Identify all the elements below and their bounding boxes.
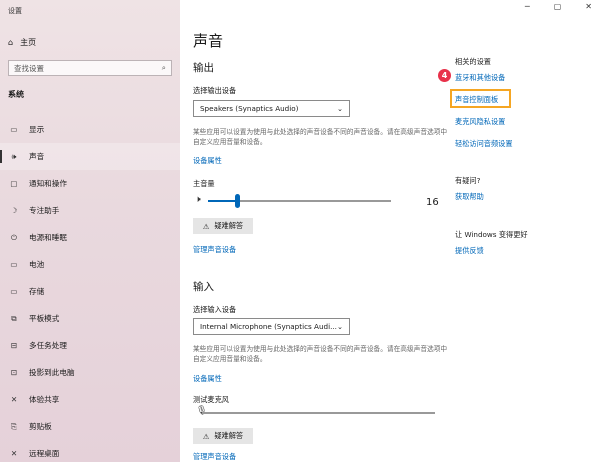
input-troubleshoot-button[interactable]: ⚠ 疑难解答 xyxy=(193,428,253,444)
volume-label: 主音量 xyxy=(193,179,215,188)
warning-icon: ⚠ xyxy=(202,221,210,231)
sidebar-item-label: 专注助手 xyxy=(29,206,60,215)
sidebar-nav: ▭ 显示 🕪 声音 ▢ 通知和操作 ☽ 专注助手 ⏻ 电源和睡眠 ▭ 电池 ▭ 存储 ⧉ 平板模式 ⊟ 多任务处理… xyxy=(0,116,180,462)
sidebar-item-label: 平板模式 xyxy=(29,314,60,323)
sidebar-item[interactable]: ⊡ 投影到此电脑 xyxy=(0,359,180,386)
microphone-icon: 🎙 xyxy=(196,406,208,416)
sidebar-item-label: 存储 xyxy=(29,287,45,296)
sound-control-panel-link[interactable]: 声音控制面板 xyxy=(455,95,498,105)
output-device-label: 选择输出设备 xyxy=(193,86,237,95)
mic-test-label: 测试麦克风 xyxy=(193,395,229,404)
search-input[interactable]: 查找设置 ⌕ xyxy=(8,60,172,76)
volume-thumb[interactable] xyxy=(235,194,241,208)
moon-icon: ☽ xyxy=(10,206,18,215)
output-properties-link[interactable]: 设备属性 xyxy=(193,156,222,166)
volume-value: 16 xyxy=(426,197,439,208)
home-icon: ⌂ xyxy=(8,37,14,47)
clipboard-icon: ⎘ xyxy=(10,421,18,431)
sidebar-item[interactable]: ▢ 通知和操作 xyxy=(0,170,180,197)
chevron-down-icon: ⌄ xyxy=(336,322,343,331)
accessibility-audio-link[interactable]: 轻松访问音频设置 xyxy=(455,139,513,149)
output-device-select[interactable]: Speakers (Synaptics Audio) ⌄ xyxy=(193,100,350,117)
window-controls: ─ ▢ ✕ xyxy=(525,2,592,11)
sidebar-item-label: 通知和操作 xyxy=(29,179,67,188)
output-troubleshoot-button[interactable]: ⚠ 疑难解答 xyxy=(193,218,253,234)
input-device-label: 选择输入设备 xyxy=(193,305,237,314)
step-badge: 4 xyxy=(438,69,451,82)
sidebar-item-label: 多任务处理 xyxy=(29,341,67,350)
search-icon: ⌕ xyxy=(161,63,166,72)
sidebar-item-label: 投影到此电脑 xyxy=(29,368,75,377)
output-heading: 输出 xyxy=(193,62,214,74)
tablet-icon: ⧉ xyxy=(11,313,17,323)
bluetooth-link[interactable]: 蓝牙和其他设备 xyxy=(455,73,505,83)
multitask-icon: ⊟ xyxy=(10,341,18,350)
sidebar-item[interactable]: ⎘ 剪贴板 xyxy=(0,413,180,440)
speaker-icon: 🕨 xyxy=(195,195,201,205)
sidebar-item[interactable]: ⏻ 电源和睡眠 xyxy=(0,224,180,251)
main-content: ─ ▢ ✕ 声音 输出 选择输出设备 Speakers (Synaptics A… xyxy=(180,0,600,462)
output-device-value: Speakers (Synaptics Audio) xyxy=(200,104,299,113)
power-icon: ⏻ xyxy=(10,232,17,242)
input-manage-link[interactable]: 管理声音设备 xyxy=(193,452,236,462)
sidebar-item-label: 体验共享 xyxy=(29,395,60,404)
input-device-select[interactable]: Internal Microphone (Synaptics Audi... ⌄ xyxy=(193,318,350,335)
sidebar-item-label: 电源和睡眠 xyxy=(29,233,67,242)
minimize-button[interactable]: ─ xyxy=(525,2,530,11)
sidebar-item[interactable]: ☽ 专注助手 xyxy=(0,197,180,224)
volume-slider[interactable] xyxy=(208,194,391,208)
battery-icon: ▭ xyxy=(10,260,18,269)
get-help-link[interactable]: 获取帮助 xyxy=(455,192,484,202)
input-description: 某些应用可以设置为使用与此处选择的声音设备不同的声音设备。请在高级声音选项中自定… xyxy=(193,345,448,363)
remote-icon: ✕ xyxy=(10,449,18,458)
sidebar-item-label: 声音 xyxy=(29,152,45,161)
mic-level-bar xyxy=(202,412,435,414)
home-nav[interactable]: ⌂ 主页 xyxy=(8,34,173,50)
help-heading: 有疑问? xyxy=(455,176,481,185)
search-placeholder: 查找设置 xyxy=(14,63,44,73)
sidebar-item-label: 电池 xyxy=(29,260,45,269)
sidebar-item-label: 远程桌面 xyxy=(29,449,60,458)
sidebar-item[interactable]: ✕ 远程桌面 xyxy=(0,440,180,462)
project-icon: ⊡ xyxy=(10,368,18,377)
home-label: 主页 xyxy=(20,37,37,47)
sidebar-item[interactable]: ▭ 显示 xyxy=(0,116,180,143)
troubleshoot-label: 疑难解答 xyxy=(214,221,244,230)
sidebar-item-label: 剪贴板 xyxy=(29,422,52,431)
input-device-value: Internal Microphone (Synaptics Audi... xyxy=(200,322,337,331)
feedback-link[interactable]: 提供反馈 xyxy=(455,246,484,256)
volume-fill xyxy=(208,200,238,202)
output-description: 某些应用可以设置为使用与此处选择的声音设备不同的声音设备。请在高级声音选项中自定… xyxy=(193,128,448,146)
sidebar-item[interactable]: ▭ 电池 xyxy=(0,251,180,278)
sidebar-item[interactable]: ✕ 体验共享 xyxy=(0,386,180,413)
chevron-down-icon: ⌄ xyxy=(336,104,343,113)
window-title: 设置 xyxy=(8,7,22,15)
speaker-icon: 🕪 xyxy=(11,151,17,161)
sidebar: 设置 ⌂ 主页 查找设置 ⌕ 系统 ▭ 显示 🕪 声音 ▢ 通知和操作 ☽ 专注助手 ⏻ 电源和睡… xyxy=(0,0,180,462)
maximize-button[interactable]: ▢ xyxy=(554,2,562,11)
troubleshoot-label: 疑难解答 xyxy=(214,431,244,440)
input-heading: 输入 xyxy=(193,281,214,293)
sidebar-item-label: 显示 xyxy=(29,125,45,134)
improve-heading: 让 Windows 变得更好 xyxy=(455,230,528,239)
page-title: 声音 xyxy=(193,32,224,50)
close-button[interactable]: ✕ xyxy=(585,2,592,11)
related-heading: 相关的设置 xyxy=(455,57,491,66)
warning-icon: ⚠ xyxy=(202,431,210,441)
monitor-icon: ▭ xyxy=(10,125,18,134)
storage-icon: ▭ xyxy=(10,287,18,296)
output-manage-link[interactable]: 管理声音设备 xyxy=(193,245,236,255)
sidebar-item[interactable]: ⊟ 多任务处理 xyxy=(0,332,180,359)
sidebar-item[interactable]: 🕪 声音 xyxy=(0,143,180,170)
mic-privacy-link[interactable]: 麦克风隐私设置 xyxy=(455,117,505,127)
share-icon: ✕ xyxy=(10,395,18,404)
input-properties-link[interactable]: 设备属性 xyxy=(193,374,222,384)
sidebar-item[interactable]: ⧉ 平板模式 xyxy=(0,305,180,332)
notification-icon: ▢ xyxy=(10,179,18,188)
sidebar-item[interactable]: ▭ 存储 xyxy=(0,278,180,305)
section-label: 系统 xyxy=(8,90,24,99)
